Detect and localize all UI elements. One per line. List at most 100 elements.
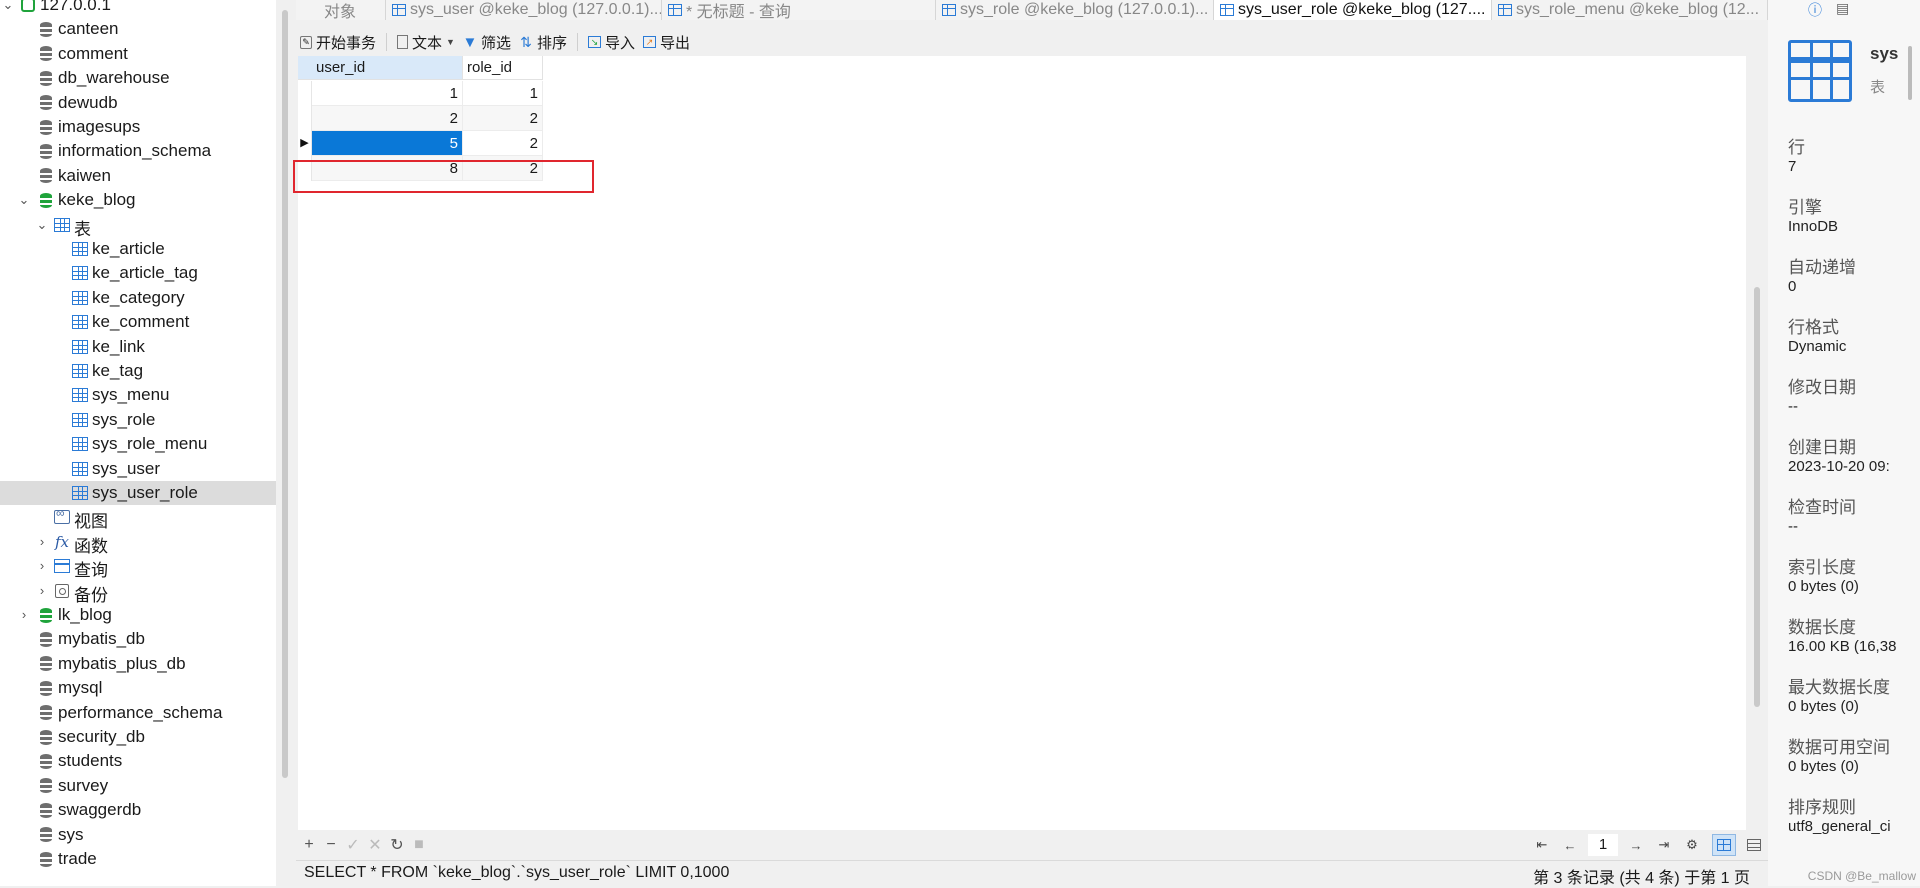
database-node[interactable]: mybatis_plus_db — [0, 652, 276, 676]
stop-button[interactable]: ■ — [408, 834, 430, 856]
form-view-button[interactable] — [1742, 834, 1766, 856]
database-node-open[interactable]: ⌄ keke_blog — [0, 188, 276, 212]
data-grid-area[interactable]: user_id role_id 1 1 2 2 ▶ 5 2 8 2 — [293, 56, 1746, 830]
table-node[interactable]: sys_role — [0, 408, 276, 432]
last-page-button[interactable]: ⇥ — [1650, 834, 1678, 856]
filter-icon: ▼ — [462, 33, 478, 51]
tab[interactable]: * 无标题 - 查询 — [662, 0, 936, 20]
database-node[interactable]: db_warehouse — [0, 66, 276, 90]
tab-strip: 对象 sys_user @keke_blog (127.0.0.1)... * 无标… — [296, 0, 1768, 20]
text-view-button[interactable]: 文本 ▼ — [393, 30, 459, 54]
cell-user-id[interactable]: 2 — [312, 106, 463, 131]
chevron-right-icon[interactable]: › — [36, 579, 48, 603]
tab[interactable]: sys_role_menu @keke_blog (12... — [1492, 0, 1768, 20]
row-indicator[interactable] — [298, 81, 312, 106]
begin-transaction-label: 开始事务 — [316, 34, 377, 52]
views-node[interactable]: 视图 — [0, 505, 276, 531]
tab[interactable]: 对象 — [296, 0, 386, 20]
table-node[interactable]: ke_tag — [0, 359, 276, 383]
nav-scrollbar[interactable] — [282, 10, 288, 778]
info-icon[interactable]: ⓘ — [1808, 0, 1822, 20]
database-node[interactable]: information_schema — [0, 139, 276, 163]
discard-changes-button[interactable]: ✕ — [364, 834, 386, 856]
ddl-icon[interactable]: ▤ — [1836, 0, 1849, 20]
chevron-down-icon[interactable]: ⌄ — [18, 188, 30, 212]
cell-user-id[interactable]: 1 — [312, 81, 463, 106]
database-node[interactable]: performance_schema — [0, 701, 276, 725]
tab[interactable]: sys_role @keke_blog (127.0.0.1)... — [936, 0, 1214, 20]
page-number-input[interactable]: 1 — [1588, 834, 1618, 856]
table-node[interactable]: ke_comment — [0, 310, 276, 334]
table-node[interactable]: ke_link — [0, 335, 276, 359]
table-node[interactable]: ke_category — [0, 286, 276, 310]
column-header-user-id[interactable]: user_id — [298, 56, 463, 80]
table-node[interactable]: sys_role_menu — [0, 432, 276, 456]
cell-role-id[interactable]: 2 — [463, 106, 543, 131]
next-page-button[interactable]: → — [1622, 834, 1650, 856]
grid-view-button[interactable] — [1712, 834, 1736, 856]
cell-user-id[interactable]: 5 — [312, 131, 463, 156]
first-page-button[interactable]: ⇤ — [1528, 834, 1556, 856]
table-node[interactable]: sys_user_role — [0, 481, 276, 505]
database-node[interactable]: imagesups — [0, 115, 276, 139]
view-icon — [54, 506, 70, 525]
database-node[interactable]: mysql — [0, 676, 276, 700]
backups-node[interactable]: › 备份 — [0, 579, 276, 605]
toolbar-divider — [576, 33, 578, 51]
grid-vertical-scrollbar[interactable] — [1754, 287, 1760, 707]
database-node[interactable]: mybatis_db — [0, 627, 276, 651]
chevron-down-icon[interactable]: ⌄ — [2, 0, 14, 17]
add-record-button[interactable]: + — [298, 834, 320, 856]
status-bar: SELECT * FROM `keke_blog`.`sys_user_role… — [296, 860, 1768, 887]
table-icon — [1498, 4, 1512, 16]
column-header-role-id[interactable]: role_id — [463, 56, 543, 80]
chevron-down-icon[interactable]: ⌄ — [36, 213, 48, 237]
database-node[interactable]: comment — [0, 42, 276, 66]
filter-button[interactable]: ▼ 筛选 — [459, 30, 515, 54]
apply-changes-button[interactable]: ✓ — [342, 834, 364, 856]
database-node[interactable]: › lk_blog — [0, 603, 276, 627]
refresh-button[interactable]: ↻ — [386, 834, 408, 856]
table-node[interactable]: ke_article — [0, 237, 276, 261]
tree-item-label: ke_category — [92, 287, 185, 307]
chevron-right-icon[interactable]: › — [36, 554, 48, 578]
database-node[interactable]: dewudb — [0, 91, 276, 115]
prev-page-button[interactable]: ← — [1556, 834, 1584, 856]
database-node[interactable]: canteen — [0, 17, 276, 41]
info-header-scrollbar[interactable] — [1908, 46, 1912, 100]
page-settings-button[interactable]: ⚙ — [1678, 834, 1706, 856]
tab[interactable]: sys_user_role @keke_blog (127.... — [1214, 0, 1492, 20]
table-node[interactable]: sys_user — [0, 457, 276, 481]
export-button[interactable]: ↗ 导出 — [639, 30, 694, 54]
table-icon — [72, 461, 88, 477]
functions-node[interactable]: › fx 函数 — [0, 530, 276, 556]
table-node[interactable]: sys_menu — [0, 383, 276, 407]
table-node[interactable]: ke_article_tag — [0, 261, 276, 285]
database-node[interactable]: kaiwen — [0, 164, 276, 188]
table-row[interactable]: 11 — [298, 81, 543, 106]
row-indicator[interactable] — [298, 106, 312, 131]
connection-node[interactable]: ⌄ 127.0.0.1 — [0, 0, 276, 17]
database-node[interactable]: swaggerdb — [0, 798, 276, 822]
tab[interactable]: sys_user @keke_blog (127.0.0.1)... — [386, 0, 662, 20]
table-row[interactable]: ▶ 5 2 — [298, 131, 543, 156]
database-node[interactable]: security_db — [0, 725, 276, 749]
import-button[interactable]: ↘ 导入 — [584, 30, 639, 54]
tables-folder-node[interactable]: ⌄ 表 — [0, 213, 276, 239]
chevron-right-icon[interactable]: › — [18, 603, 30, 627]
table-row[interactable]: 22 — [298, 106, 543, 131]
row-indicator[interactable]: ▶ — [298, 131, 312, 156]
begin-transaction-button[interactable]: ✎ 开始事务 — [296, 30, 380, 54]
database-node[interactable]: trade — [0, 847, 276, 871]
database-node[interactable]: students — [0, 749, 276, 773]
chevron-right-icon[interactable]: › — [36, 530, 48, 554]
delete-record-button[interactable]: − — [320, 834, 342, 856]
tree-item-label: ke_article_tag — [92, 263, 198, 283]
queries-node[interactable]: › 查询 — [0, 554, 276, 580]
database-node[interactable]: survey — [0, 774, 276, 798]
cell-role-id[interactable]: 2 — [463, 131, 543, 156]
tab-label: sys_user @keke_blog (127.0.0.1)... — [410, 1, 662, 18]
cell-role-id[interactable]: 1 — [463, 81, 543, 106]
sort-button[interactable]: ⇅ 排序 — [515, 30, 571, 54]
database-node[interactable]: sys — [0, 823, 276, 847]
